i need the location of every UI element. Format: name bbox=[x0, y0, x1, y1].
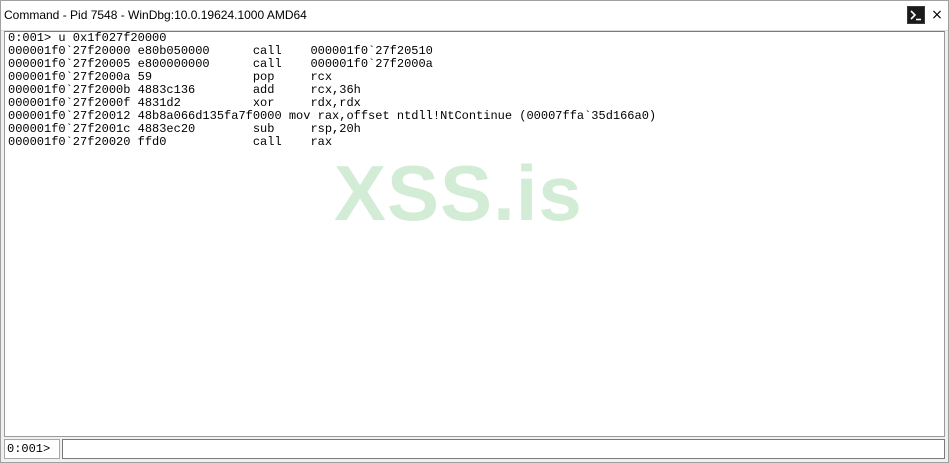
command-prompt-label: 0:001> bbox=[4, 439, 60, 459]
command-bar: 0:001> bbox=[4, 439, 945, 459]
disassembly-output: 0:001> u 0x1f027f20000 000001f0`27f20000… bbox=[8, 32, 656, 149]
console-prompt-icon[interactable] bbox=[907, 6, 925, 24]
close-icon[interactable]: × bbox=[929, 7, 945, 23]
command-output-pane[interactable]: 0:001> u 0x1f027f20000 000001f0`27f20000… bbox=[4, 31, 945, 437]
title-bar[interactable]: Command - Pid 7548 - WinDbg:10.0.19624.1… bbox=[1, 1, 948, 31]
command-input[interactable] bbox=[62, 439, 945, 459]
window-title: Command - Pid 7548 - WinDbg:10.0.19624.1… bbox=[4, 8, 307, 22]
windbg-command-window: Command - Pid 7548 - WinDbg:10.0.19624.1… bbox=[0, 0, 949, 463]
watermark: XSS.is bbox=[334, 149, 583, 237]
